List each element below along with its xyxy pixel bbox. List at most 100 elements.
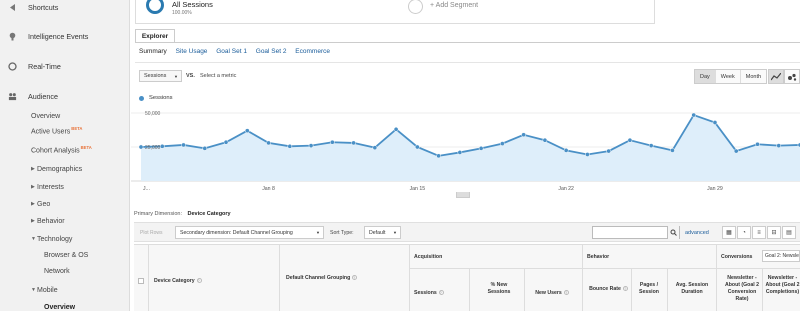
column-divider <box>667 268 668 311</box>
add-segment-circle-icon[interactable] <box>408 0 423 14</box>
column-header-newsletter-rate[interactable]: Newsletter - About (Goal 2 Conversion Ra… <box>722 275 762 303</box>
data-table-icon[interactable]: ▦ <box>722 226 736 239</box>
search-icon[interactable] <box>667 226 679 239</box>
x-tick-label: Jan 15 <box>410 186 426 192</box>
column-divider <box>409 245 410 311</box>
column-header-avg-duration[interactable]: Avg. Session Duration <box>670 282 714 296</box>
primary-dimension-value[interactable]: Device Category <box>188 211 231 217</box>
column-header-bounce-rate[interactable]: Bounce Rate? <box>586 286 631 293</box>
sessions-data-point <box>181 142 186 148</box>
sidebar-item-demographics[interactable]: ▶ Demographics <box>0 162 130 176</box>
legend-dot <box>139 95 144 101</box>
help-icon[interactable]: ? <box>352 275 358 281</box>
subtab-goal-set-2[interactable]: Goal Set 2 <box>256 48 287 55</box>
sessions-data-point <box>500 141 505 146</box>
arrow-left-icon <box>8 3 17 12</box>
main-content: All Sessions 100.00% + Add Segment Explo… <box>131 0 800 311</box>
table-toolbar: Plot Rows Secondary dimension: Default C… <box>134 222 800 242</box>
subtab-site-usage[interactable]: Site Usage <box>176 48 208 55</box>
sidebar-item-label: Mobile <box>37 286 58 294</box>
secondary-dimension-select[interactable]: Secondary dimension: Default Channel Gro… <box>175 226 324 239</box>
sidebar-item-overview[interactable]: Overview <box>0 109 130 123</box>
sessions-line-chart[interactable]: 50,000 25,000 J... Jan 8 Jan 15 Jan 22 Jan 29 <box>131 105 800 198</box>
chart-resize-handle[interactable] <box>456 192 470 198</box>
plot-rows-button[interactable]: Plot Rows <box>140 230 163 236</box>
performance-bar-icon[interactable]: ≡ <box>752 226 766 239</box>
comparison-icon[interactable]: ⊟ <box>767 226 781 239</box>
sidebar-item-label: Demographics <box>37 165 83 173</box>
sessions-data-point <box>542 137 548 143</box>
tab-explorer[interactable]: Explorer <box>135 29 175 43</box>
month-button[interactable]: Month <box>741 70 766 83</box>
help-icon[interactable]: ? <box>196 278 202 284</box>
line-chart-icon[interactable] <box>768 69 784 84</box>
sidebar-item-cohort-analysis[interactable]: Cohort AnalysisBETA <box>0 143 130 157</box>
x-tick-label: Jan 29 <box>707 186 723 192</box>
chevron-down-icon: ▼ <box>316 230 320 235</box>
column-header-pages-session[interactable]: Pages / Session <box>634 282 664 296</box>
sort-type-select[interactable]: Default ▼ <box>364 226 401 239</box>
sidebar-item-geo[interactable]: ▶ Geo <box>0 197 130 211</box>
column-header-new-sessions[interactable]: % New Sessions <box>479 282 519 296</box>
segment-name[interactable]: All Sessions <box>172 0 213 9</box>
subtab-summary[interactable]: Summary <box>139 48 167 55</box>
sidebar-item-label: Audience <box>28 91 58 101</box>
sidebar-item-interests[interactable]: ▶ Interests <box>0 180 130 194</box>
day-button[interactable]: Day <box>695 70 716 83</box>
sidebar-item-real-time[interactable]: Real-Time <box>0 59 130 73</box>
select-metric-link[interactable]: Select a metric <box>200 73 236 79</box>
people-icon <box>8 92 17 101</box>
sidebar-item-browser-os[interactable]: Browser & OS <box>0 248 130 262</box>
sidebar-item-mobile-overview[interactable]: Overview <box>0 300 130 311</box>
sidebar-item-audience[interactable]: Audience <box>0 89 130 103</box>
sidebar-item-intelligence-events[interactable]: Intelligence Events <box>0 29 130 43</box>
help-icon[interactable]: ? <box>563 290 569 296</box>
column-divider <box>148 245 149 311</box>
motion-chart-icon[interactable] <box>784 69 800 84</box>
help-icon[interactable]: ? <box>438 290 444 296</box>
x-tick-label: Jan 22 <box>558 186 574 192</box>
pivot-icon[interactable]: ▤ <box>782 226 796 239</box>
sessions-data-point <box>670 148 675 153</box>
sidebar-item-shortcuts[interactable]: Shortcuts <box>0 0 130 14</box>
chevron-down-icon: ▼ <box>393 230 397 235</box>
column-header-new-users[interactable]: New Users? <box>527 290 577 297</box>
column-divider <box>524 268 525 311</box>
sidebar-item-technology[interactable]: ▼ Technology <box>0 232 130 246</box>
column-header-channel-grouping[interactable]: Default Channel Grouping? <box>286 275 396 282</box>
sessions-data-point <box>563 148 569 153</box>
select-all-checkbox[interactable] <box>138 278 144 284</box>
table-search-input[interactable] <box>592 226 680 239</box>
sidebar-item-behavior[interactable]: ▶ Behavior <box>0 214 130 228</box>
advanced-filter-link[interactable]: advanced <box>685 230 709 236</box>
sessions-data-point <box>393 126 399 132</box>
add-segment-button[interactable]: + Add Segment <box>430 2 478 9</box>
column-divider <box>582 245 583 311</box>
beta-badge: BETA <box>80 145 92 151</box>
caret-down-icon: ▼ <box>31 236 36 242</box>
segment-circle-icon[interactable] <box>146 0 164 14</box>
column-divider <box>279 245 280 311</box>
column-header-device-category[interactable]: Device Category? <box>154 278 274 285</box>
subtab-ecommerce[interactable]: Ecommerce <box>295 48 330 55</box>
goal-select[interactable]: Goal 2: Newsle <box>762 250 800 262</box>
column-header-newsletter-completions[interactable]: Newsletter - About (Goal 2 Completions) <box>765 275 800 296</box>
column-header-sessions[interactable]: Sessions? <box>414 290 464 297</box>
sidebar-item-mobile[interactable]: ▼ Mobile <box>0 283 130 297</box>
help-icon[interactable]: ? <box>622 286 628 292</box>
subtab-goal-set-1[interactable]: Goal Set 1 <box>216 48 247 55</box>
secondary-dimension-value: Secondary dimension: Default Channel Gro… <box>180 229 293 236</box>
caret-right-icon: ▶ <box>31 201 35 207</box>
legend-label: Sessions <box>149 95 173 101</box>
sidebar-item-active-users[interactable]: Active UsersBETA <box>0 124 130 138</box>
metric-select[interactable]: Sessions ▼ <box>139 70 182 82</box>
sessions-data-point <box>159 143 165 149</box>
week-button[interactable]: Week <box>716 70 741 83</box>
column-header-label: Bounce Rate <box>589 286 621 292</box>
column-divider <box>631 268 632 311</box>
sidebar-item-network[interactable]: Network <box>0 264 130 278</box>
y-tick-label: 50,000 <box>145 111 161 117</box>
sessions-data-point <box>733 148 739 154</box>
sessions-data-point <box>436 153 441 159</box>
percentage-pie-icon[interactable]: ◔ <box>737 226 751 239</box>
